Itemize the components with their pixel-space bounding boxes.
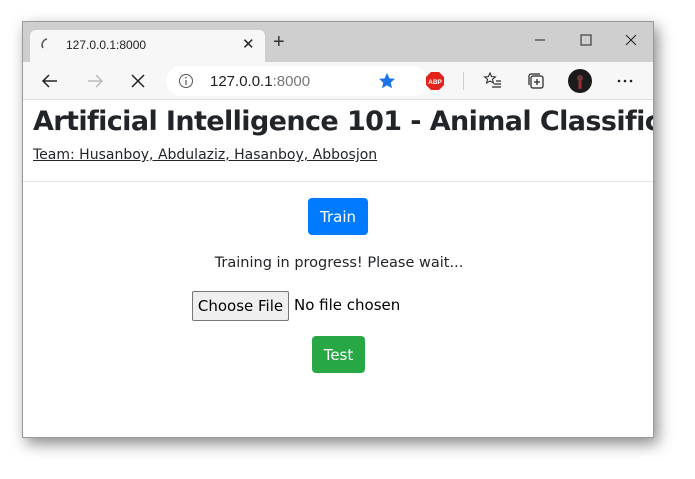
page-title: Artificial Intelligence 101 - Animal Cla… — [33, 106, 653, 137]
star-icon[interactable] — [377, 71, 397, 91]
info-icon[interactable] — [178, 73, 194, 89]
url-port: :8000 — [272, 73, 311, 90]
forward-arrow-icon[interactable] — [85, 71, 105, 91]
adblock-plus-icon[interactable]: ABP — [425, 71, 445, 91]
team-link[interactable]: Team: Husanboy, Abdulaziz, Hasanboy, Abb… — [33, 147, 377, 163]
close-icon[interactable] — [621, 30, 641, 50]
loading-spinner-icon — [41, 38, 48, 49]
tab-title: 127.0.0.1:8000 — [66, 38, 147, 52]
browser-window: 127.0.0.1:8000 ✕ + 127.0.0.1:8000 ABP Ar… — [22, 21, 654, 438]
back-arrow-icon[interactable] — [40, 71, 60, 91]
page-content: Artificial Intelligence 101 - Animal Cla… — [23, 101, 653, 437]
training-status-text: Training in progress! Please wait... — [214, 255, 464, 271]
train-button[interactable]: Train — [308, 198, 368, 235]
tab-close-icon[interactable]: ✕ — [242, 37, 255, 53]
maximize-icon[interactable] — [576, 30, 596, 50]
page-header: Artificial Intelligence 101 - Animal Cla… — [23, 101, 653, 182]
browser-tab[interactable]: 127.0.0.1:8000 ✕ — [30, 30, 265, 62]
test-button[interactable]: Test — [312, 336, 365, 373]
collections-icon[interactable] — [526, 71, 546, 91]
url-text: 127.0.0.1:8000 — [210, 73, 310, 90]
toolbar-separator — [463, 72, 464, 90]
abp-label: ABP — [428, 79, 442, 86]
more-menu-icon[interactable] — [615, 71, 635, 91]
choose-file-button[interactable]: Choose File — [192, 291, 289, 321]
file-status-text: No file chosen — [294, 296, 401, 314]
favorites-list-icon[interactable] — [483, 71, 503, 91]
tab-strip: 127.0.0.1:8000 ✕ + — [23, 22, 653, 62]
stop-loading-icon[interactable] — [128, 71, 148, 91]
browser-toolbar: 127.0.0.1:8000 ABP — [23, 62, 653, 100]
minimize-icon[interactable] — [530, 30, 550, 50]
url-host: 127.0.0.1 — [210, 73, 273, 90]
profile-avatar[interactable] — [568, 69, 592, 93]
new-tab-icon[interactable]: + — [273, 32, 285, 52]
